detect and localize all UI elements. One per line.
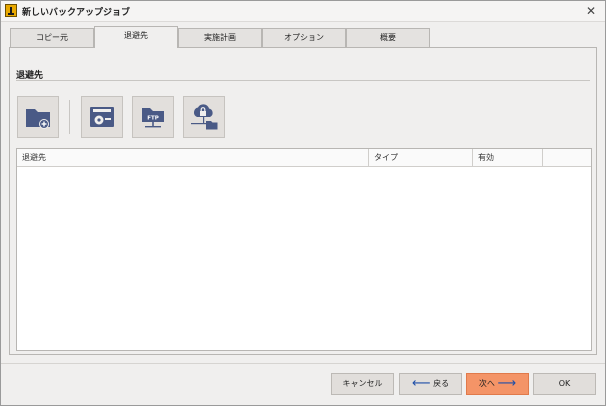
disk-drive-button[interactable] xyxy=(81,96,123,138)
column-extra xyxy=(543,149,591,166)
column-destination[interactable]: 退避先 xyxy=(17,149,369,166)
destination-panel: 退避先 FTP 退避先 タイプ 有効 xyxy=(9,47,597,355)
title-bar: 新しいバックアップジョブ ✕ xyxy=(1,1,605,22)
destination-list[interactable]: 退避先 タイプ 有効 xyxy=(16,148,592,351)
disk-drive-icon xyxy=(90,107,114,127)
cancel-button-label: キャンセル xyxy=(342,379,383,388)
cancel-button[interactable]: キャンセル xyxy=(331,373,394,395)
back-button-label: 戻る xyxy=(433,379,450,388)
close-button[interactable]: ✕ xyxy=(583,3,599,19)
tab-source[interactable]: コピー元 xyxy=(10,28,94,47)
arrow-right-icon: ⟶ xyxy=(497,376,517,391)
add-folder-button[interactable] xyxy=(17,96,59,138)
cloud-network-button[interactable] xyxy=(183,96,225,138)
next-button-label: 次へ xyxy=(478,379,495,388)
arrow-left-icon: ⟵ xyxy=(411,376,431,391)
ftp-folder-icon: FTP xyxy=(142,108,164,128)
section-divider xyxy=(16,80,590,81)
tab-schedule[interactable]: 実施計画 xyxy=(178,28,262,47)
window-title: 新しいバックアップジョブ xyxy=(22,8,131,18)
backup-job-dialog: 新しいバックアップジョブ ✕ コピー元 退避先 実施計画 オプション 概要 退避… xyxy=(0,0,606,406)
footer-divider xyxy=(1,363,605,364)
ftp-button[interactable]: FTP xyxy=(132,96,174,138)
column-enabled[interactable]: 有効 xyxy=(473,149,543,166)
ok-button-label: OK xyxy=(558,379,571,388)
tab-destination[interactable]: 退避先 xyxy=(94,26,178,48)
back-button[interactable]: ⟵ 戻る xyxy=(399,373,462,395)
next-button[interactable]: 次へ ⟶ xyxy=(466,373,529,395)
tab-options[interactable]: オプション xyxy=(262,28,346,47)
column-type[interactable]: タイプ xyxy=(369,149,473,166)
ftp-label: FTP xyxy=(147,116,159,122)
tab-summary[interactable]: 概要 xyxy=(346,28,430,47)
toolbar-separator xyxy=(69,100,70,134)
ok-button[interactable]: OK xyxy=(533,373,596,395)
app-icon xyxy=(5,4,17,17)
add-folder-icon xyxy=(26,109,50,129)
list-header: 退避先 タイプ 有効 xyxy=(17,149,591,167)
cloud-network-icon xyxy=(191,104,218,130)
